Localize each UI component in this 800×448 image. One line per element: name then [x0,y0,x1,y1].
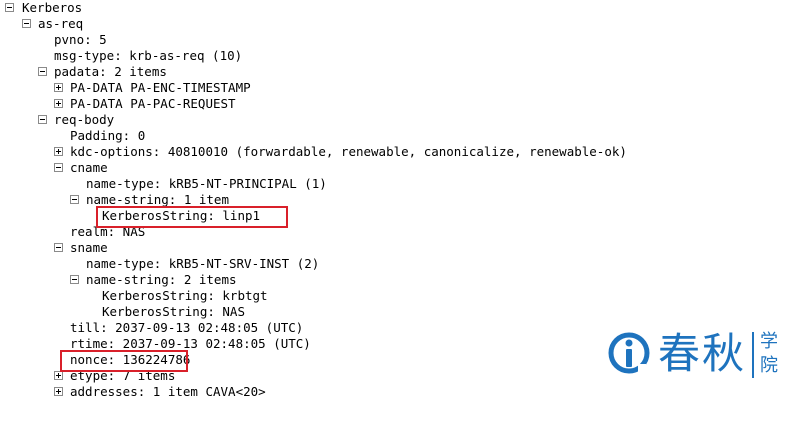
highlight-box-nonce [60,350,188,372]
tree-row-sname-name-type[interactable]: name-type: kRB5-NT-SRV-INST (2) [0,256,319,272]
tree-row-req-body[interactable]: req-body [0,112,114,128]
tree-row-cname[interactable]: cname [0,160,108,176]
tree-row-label: cname [70,160,108,175]
tree-row-label: kdc-options: 40810010 (forwardable, rene… [70,144,627,159]
tree-row-till[interactable]: till: 2037-09-13 02:48:05 (UTC) [0,320,303,336]
expand-icon[interactable] [54,83,63,92]
tree-row-etype[interactable]: etype: 7 items [0,368,175,384]
tree-row-padata[interactable]: padata: 2 items [0,64,167,80]
tree-row-label: padata: 2 items [54,64,167,79]
tree-row-padding[interactable]: Padding: 0 [0,128,145,144]
tree-row-label: msg-type: krb-as-req (10) [54,48,243,63]
expand-icon[interactable] [54,99,63,108]
tree-row-label: req-body [54,112,115,127]
tree-row-label: as-req [38,16,84,31]
collapse-icon[interactable] [54,243,63,252]
collapse-icon[interactable] [38,67,47,76]
tree-row-addresses[interactable]: addresses: 1 item CAVA<20> [0,384,266,400]
tree-row-sname-name-string[interactable]: name-string: 2 items [0,272,237,288]
tree-row-kerberos-string-nas[interactable]: KerberosString: NAS [0,304,245,320]
highlight-box-kerberos-string [96,206,288,228]
tree-row-label: name-type: kRB5-NT-SRV-INST (2) [86,256,320,271]
tree-row-cname-name-type[interactable]: name-type: kRB5-NT-PRINCIPAL (1) [0,176,327,192]
expand-icon[interactable] [54,147,63,156]
collapse-icon[interactable] [54,163,63,172]
tree-row-kdc-options[interactable]: kdc-options: 40810010 (forwardable, rene… [0,144,627,160]
tree-row-nonce[interactable]: nonce: 136224786 [0,352,190,368]
tree-row-realm[interactable]: realm: NAS [0,224,145,240]
logo-divider [752,332,754,378]
tree-row-label: Kerberos [22,0,83,15]
tree-row-label: KerberosString: NAS [102,304,245,319]
tree-row-label: KerberosString: krbtgt [102,288,268,303]
collapse-icon[interactable] [22,19,31,28]
collapse-icon[interactable] [38,115,47,124]
tree-row-label: sname [70,240,108,255]
tree-row-label: till: 2037-09-13 02:48:05 (UTC) [70,320,304,335]
tree-row-rtime[interactable]: rtime: 2037-09-13 02:48:05 (UTC) [0,336,311,352]
tree-row-kerberos-string-krbtgt[interactable]: KerberosString: krbtgt [0,288,268,304]
logo-mark-icon [608,332,650,374]
tree-row-kerberos-string-linp1[interactable]: KerberosString: linp1 [0,208,260,224]
tree-row-label: PA-DATA PA-PAC-REQUEST [70,96,236,111]
tree-row-as-req[interactable]: as-req [0,16,83,32]
tree-row-kerberos[interactable]: Kerberos [0,0,82,16]
tree-row-cname-name-string[interactable]: name-string: 1 item [0,192,229,208]
tree-row-sname[interactable]: sname [0,240,108,256]
tree-row-label: name-type: kRB5-NT-PRINCIPAL (1) [86,176,327,191]
expand-icon[interactable] [54,387,63,396]
tree-row-msg-type[interactable]: msg-type: krb-as-req (10) [0,48,242,64]
logo-side-text: 学院 [760,331,778,376]
tree-row-pvno[interactable]: pvno: 5 [0,32,107,48]
collapse-icon[interactable] [70,195,79,204]
tree-row-label: pvno: 5 [54,32,107,47]
watermark-logo: 春秋 学院 [604,326,800,386]
tree-row-label: Padding: 0 [70,128,146,143]
logo-main-text: 春秋 [658,329,747,378]
collapse-icon[interactable] [70,275,79,284]
tree-row-label: addresses: 1 item CAVA<20> [70,384,266,399]
collapse-icon[interactable] [5,3,14,12]
tree-row-label: name-string: 2 items [86,272,237,287]
expand-icon[interactable] [54,371,63,380]
tree-row-pa-enc-timestamp[interactable]: PA-DATA PA-ENC-TIMESTAMP [0,80,251,96]
tree-row-label: PA-DATA PA-ENC-TIMESTAMP [70,80,251,95]
tree-row-pa-pac-request[interactable]: PA-DATA PA-PAC-REQUEST [0,96,236,112]
